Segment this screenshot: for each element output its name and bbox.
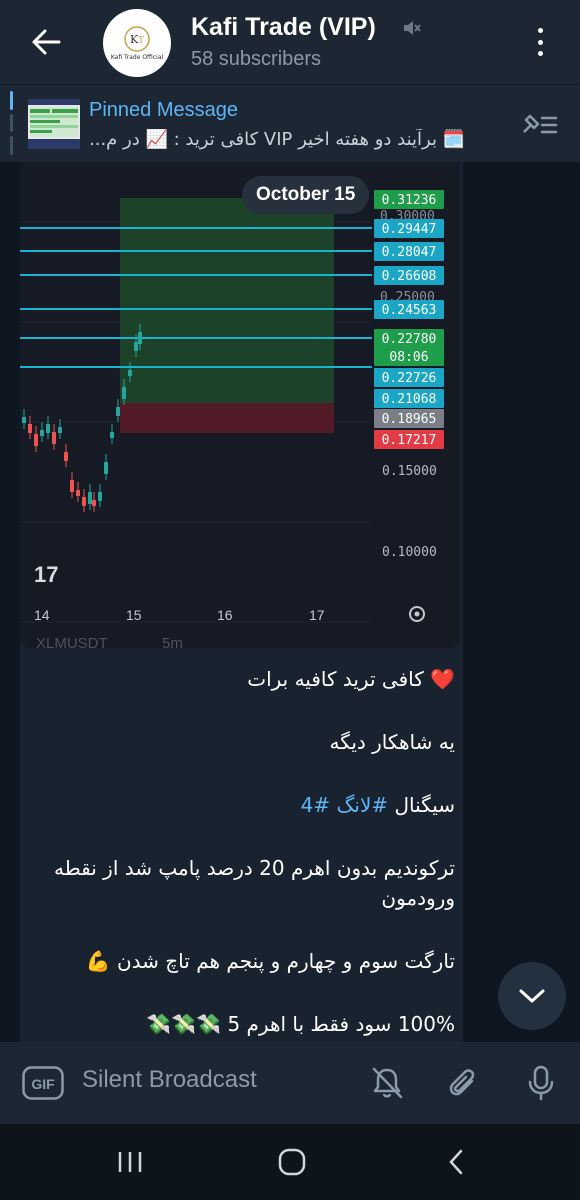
price-label: 0.17217 xyxy=(382,433,437,448)
chart-image[interactable]: 0.30000 0.25000 0.31236 0.29447 0.28047 0.266… xyxy=(20,162,460,648)
candle xyxy=(116,407,120,416)
settings-icon xyxy=(409,606,425,622)
kafi-logo-icon: K T xyxy=(124,26,150,52)
microphone-icon[interactable] xyxy=(522,1064,560,1102)
candle xyxy=(134,342,138,351)
hashtag-link[interactable]: #4 xyxy=(301,793,331,817)
message-line: ❤️ کافی ترید کافیه برات xyxy=(247,667,455,691)
candle xyxy=(64,452,68,461)
pinned-list-icon[interactable] xyxy=(520,106,560,142)
silent-bell-icon[interactable] xyxy=(368,1064,406,1102)
price-label: 0.31236 xyxy=(382,193,437,208)
price-chart: 0.300000.250000.312360.294470.280470.266… xyxy=(20,190,444,648)
tradingview-logo-icon: 17 xyxy=(34,562,58,587)
back-nav-button[interactable] xyxy=(436,1144,476,1180)
message-text-fragment: سیگنال xyxy=(388,793,455,817)
x-axis-tick: 14 xyxy=(34,607,50,623)
candle xyxy=(40,430,44,436)
candle xyxy=(92,500,96,506)
pinned-thumbnail xyxy=(28,99,80,149)
home-button[interactable] xyxy=(272,1144,312,1180)
message-line: 100% سود فقط با اهرم 5 💸💸💸 xyxy=(146,1012,455,1036)
message-input[interactable]: Silent Broadcast xyxy=(82,1066,257,1094)
avatar-caption: Kafi Trade Official xyxy=(110,54,164,61)
price-label: 0.24563 xyxy=(382,303,437,318)
price-label: 0.22726 xyxy=(382,371,437,386)
candle xyxy=(70,480,74,492)
pinned-label: Pinned Message xyxy=(89,99,238,121)
price-label: 0.18965 xyxy=(382,412,437,427)
gif-icon[interactable]: GIF xyxy=(22,1066,64,1100)
message-text: ❤️ کافی ترید کافیه برات یه شاهکار دیگه س… xyxy=(30,664,455,1042)
price-label: 0.26608 xyxy=(382,269,437,284)
candle xyxy=(52,432,56,444)
back-button[interactable] xyxy=(24,20,68,64)
channel-avatar[interactable]: K T Kafi Trade Official xyxy=(103,9,171,77)
more-dot-icon xyxy=(537,51,543,56)
svg-text:T: T xyxy=(138,36,144,46)
candle xyxy=(28,424,32,433)
candle xyxy=(122,387,126,399)
candle xyxy=(98,492,102,501)
message-line-hashtags[interactable]: سیگنال #لانگ #4 xyxy=(30,790,455,820)
system-nav-bar xyxy=(0,1124,580,1200)
scroll-down-button[interactable] xyxy=(498,962,566,1030)
attach-icon[interactable] xyxy=(444,1064,482,1102)
message-line: یه شاهکار دیگه xyxy=(329,730,455,754)
price-label: 0.21068 xyxy=(382,392,437,407)
pinned-indicator xyxy=(10,91,13,156)
candle xyxy=(76,490,80,496)
recent-apps-button[interactable] xyxy=(110,1144,150,1180)
price-axis-label: 0.15000 xyxy=(382,464,437,479)
x-axis-tick: 16 xyxy=(217,607,233,623)
candle xyxy=(22,417,26,423)
candle xyxy=(88,492,92,504)
candle xyxy=(110,432,114,438)
chat-area[interactable]: 0.30000 0.25000 0.31236 0.29447 0.28047 0.266… xyxy=(0,162,580,1042)
subscriber-count: 58 subscribers xyxy=(191,48,322,70)
candle xyxy=(46,424,50,433)
muted-icon xyxy=(404,21,421,35)
pinned-message-bar[interactable]: Pinned Message 🗓️ برآیند دو هفته اخیر VI… xyxy=(0,84,580,162)
channel-title[interactable]: Kafi Trade (VIP) xyxy=(191,13,376,42)
price-label: 08:06 xyxy=(389,350,428,365)
candle xyxy=(138,332,142,344)
x-axis-tick: 17 xyxy=(309,607,325,623)
gif-label: GIF xyxy=(31,1076,55,1092)
more-menu-button[interactable] xyxy=(528,24,552,60)
candle xyxy=(58,427,62,433)
recents-icon xyxy=(118,1152,142,1172)
message-line: تارگت سوم و چهارم و پنجم هم تاچ شدن 💪 xyxy=(85,949,455,973)
loss-zone xyxy=(120,403,334,433)
candle xyxy=(128,370,132,376)
symbol-label: XLMUSDT xyxy=(36,635,108,648)
date-pill: October 15 xyxy=(242,176,370,214)
pinned-text: 🗓️ برآیند دو هفته اخیر VIP کافی ترید : 📈… xyxy=(89,129,466,150)
hashtag-link[interactable]: #لانگ xyxy=(337,793,389,817)
price-label: 0.29447 xyxy=(382,222,437,237)
message-line: ترکوندیم بدون اهرم 20 درصد پامپ شد از نق… xyxy=(54,856,455,910)
price-label: 0.28047 xyxy=(382,245,437,260)
composer-bar: GIF Silent Broadcast xyxy=(0,1042,580,1124)
candle xyxy=(82,497,86,506)
home-icon xyxy=(278,1148,306,1176)
interval-label: 5m xyxy=(162,635,183,648)
more-dot-icon xyxy=(537,28,543,33)
chat-header: K T Kafi Trade Official Kafi Trade (VIP)… xyxy=(0,0,580,84)
more-dot-icon xyxy=(537,39,543,45)
chevron-left-icon xyxy=(449,1149,463,1175)
chevron-down-icon xyxy=(519,989,545,1003)
arrow-left-icon xyxy=(32,29,61,55)
price-axis-label: 0.10000 xyxy=(382,545,437,560)
candle xyxy=(34,434,38,446)
price-label: 0.22780 xyxy=(382,332,437,347)
x-axis-tick: 15 xyxy=(126,607,142,623)
candle xyxy=(104,462,108,474)
